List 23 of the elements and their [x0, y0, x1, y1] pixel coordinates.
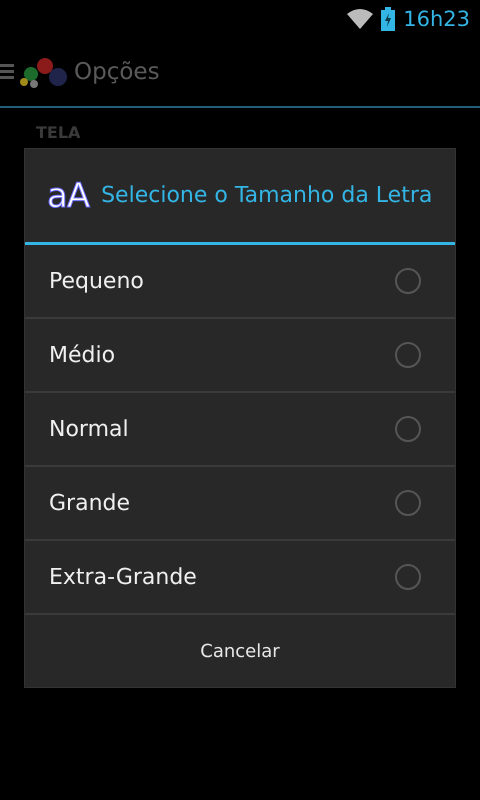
- option-label: Pequeno: [49, 268, 144, 294]
- font-size-icon: aA: [47, 176, 90, 216]
- option-label: Médio: [49, 342, 116, 368]
- battery-icon: [381, 7, 396, 31]
- option-label: Normal: [49, 416, 129, 442]
- option-row[interactable]: Médio: [25, 319, 455, 393]
- option-row[interactable]: Extra-Grande: [25, 541, 455, 615]
- clock-time: 16h23: [403, 7, 470, 31]
- radio-button[interactable]: [395, 564, 421, 590]
- wifi-icon: [347, 8, 374, 30]
- option-row[interactable]: Grande: [25, 467, 455, 541]
- radio-button[interactable]: [395, 416, 421, 442]
- radio-button[interactable]: [395, 268, 421, 294]
- option-label: Grande: [49, 490, 130, 516]
- option-row[interactable]: Normal: [25, 393, 455, 467]
- dialog-title: Selecione o Tamanho da Letra: [101, 182, 432, 210]
- option-label: Extra-Grande: [49, 564, 197, 590]
- section-header: TELA: [35, 122, 82, 144]
- option-row[interactable]: Pequeno: [25, 245, 455, 319]
- radio-button[interactable]: [395, 490, 421, 516]
- radio-button[interactable]: [395, 342, 421, 368]
- cancel-button[interactable]: Cancelar: [25, 615, 455, 687]
- screen-title: Opções: [74, 59, 160, 85]
